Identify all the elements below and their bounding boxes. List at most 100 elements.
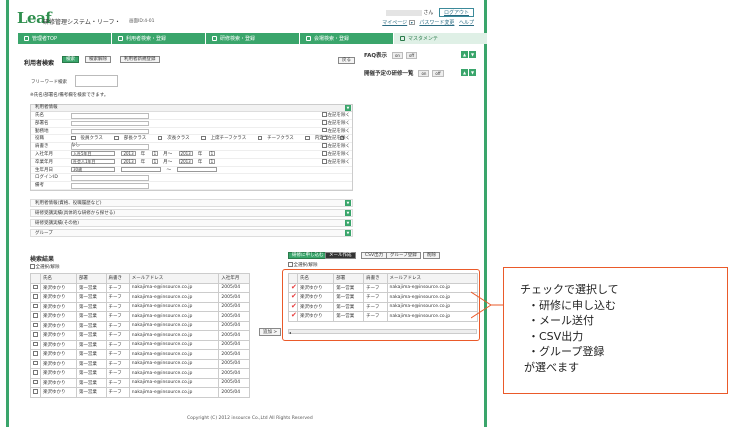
section-group[interactable]: グループ ▼ [30, 229, 353, 238]
row-checkbox[interactable] [30, 292, 41, 303]
tab-venue-search[interactable]: 会場検索・登録 [300, 33, 393, 44]
exclude-checkbox[interactable]: 左記を除く [322, 127, 350, 135]
exclude-checkbox[interactable]: 左記を除く [322, 159, 350, 166]
row-checkbox[interactable] [30, 320, 41, 331]
clear-search-button[interactable]: 検索解除 [85, 56, 111, 63]
mypage-link[interactable]: マイページ [382, 20, 407, 26]
upcoming-off[interactable]: off [432, 70, 444, 77]
row-checkbox[interactable] [30, 349, 41, 360]
expand-icon[interactable]: ▼ [345, 230, 351, 236]
location-field[interactable] [71, 128, 149, 135]
arrow-up-icon[interactable]: ▲ [461, 51, 468, 58]
cond-row-hire: 入社年月 入社5年目 2013 年 1 月〜 2013 年 1 左記を除く [31, 150, 352, 159]
callout-box: チェックで選択して ・研修に申し込む ・メール送付 ・CSV出力 ・グループ登録… [503, 267, 728, 394]
table-row[interactable]: 楽沢ゆかり 第一営業 チーフ nakajima-e@insource.co.jp 200… [30, 282, 250, 293]
month-select[interactable]: 1 [151, 158, 159, 165]
mypage-select[interactable]: ▾ [408, 19, 415, 26]
dept-field[interactable] [71, 120, 149, 127]
faq-on[interactable]: on [391, 52, 403, 59]
user-area: さん ログアウト [385, 8, 474, 17]
year-select[interactable]: 2013 [178, 150, 193, 157]
exclude-checkbox[interactable]: 左記を除く [322, 143, 350, 150]
add-button[interactable]: 追加 > [259, 328, 282, 336]
free-word-input[interactable] [75, 75, 118, 87]
row-checkbox[interactable] [30, 368, 41, 379]
apply-training-button[interactable]: 研修に申し込む [288, 252, 328, 259]
collapse-icon[interactable]: ▼ [345, 105, 351, 111]
hire-select[interactable]: 入社5年目 [71, 150, 115, 157]
system-title: 研修管理システム・リーフ・ [43, 19, 121, 26]
arrow-down-icon[interactable]: ▼ [469, 51, 476, 58]
expand-icon[interactable]: ▼ [345, 210, 351, 216]
year-select[interactable]: 2013 [178, 158, 193, 165]
table-row[interactable]: 楽沢ゆかり 第一営業 チーフ nakajima-e@insource.co.jp 200… [30, 330, 250, 341]
row-checkbox[interactable] [30, 387, 41, 398]
main-nav: 管理者TOP 利用者検索・登録 研修検索・登録 会場検索・登録 マスタメンテ [18, 33, 487, 44]
month-select[interactable]: 1 [208, 158, 216, 165]
search-title: 利用者検索 [24, 60, 55, 67]
arrow-up-icon[interactable]: ▲ [461, 69, 468, 76]
row-checkbox[interactable] [30, 311, 41, 322]
table-row[interactable]: 楽沢ゆかり 第一営業 チーフ nakajima-e@insource.co.jp 200… [30, 349, 250, 360]
section-training-specific[interactable]: 研修受講実績(具体的な研修から探せる) ▼ [30, 209, 353, 218]
back-button[interactable]: 戻る [338, 57, 355, 64]
table-header: 氏名 部署 肩書き メールアドレス 入社年月 [30, 273, 250, 284]
table-row[interactable]: 楽沢ゆかり 第一営業 チーフ nakajima-e@insource.co.jp 200… [30, 368, 250, 379]
login-id-field[interactable] [71, 175, 149, 181]
tab-training-search[interactable]: 研修検索・登録 [206, 33, 299, 44]
tab-admin-top[interactable]: 管理者TOP [18, 33, 111, 44]
table-row[interactable]: 楽沢ゆかり 第一営業 チーフ nakajima-e@insource.co.jp 200… [30, 320, 250, 331]
row-checkbox[interactable] [30, 330, 41, 341]
memo-field[interactable] [71, 183, 149, 189]
select-all-toggle[interactable]: 全選択/解除 [30, 264, 60, 270]
table-row[interactable]: 楽沢ゆかり 第一営業 チーフ nakajima-e@insource.co.jp 200… [30, 339, 250, 350]
month-select[interactable]: 1 [208, 150, 216, 157]
cond-row-location: 勤務地 左記を除く [31, 127, 352, 136]
grad-select[interactable]: 社会人1年目 [71, 158, 115, 165]
name-field[interactable] [71, 113, 149, 119]
exclude-checkbox[interactable]: 左記を除く [322, 112, 350, 119]
birth-to[interactable] [177, 166, 218, 173]
row-checkbox[interactable] [30, 282, 41, 293]
csv-export-button[interactable]: CSV出力 [361, 252, 388, 259]
search-button[interactable]: 検索 [62, 56, 79, 63]
year-select[interactable]: 2013 [121, 158, 136, 165]
birth-from[interactable] [121, 166, 162, 173]
exclude-checkbox[interactable]: 左記を除く [322, 135, 350, 142]
title-field[interactable] [71, 144, 149, 150]
upcoming-on[interactable]: on [418, 70, 430, 77]
tab-master[interactable]: マスタメンテ [394, 33, 487, 44]
table-row[interactable]: 楽沢ゆかり 第一営業 チーフ nakajima-e@insource.co.jp 200… [30, 311, 250, 322]
selected-select-all[interactable]: 全選択/解除 [288, 262, 318, 268]
tab-user-search[interactable]: 利用者検索・登録 [112, 33, 205, 44]
table-row[interactable]: 楽沢ゆかり 第一営業 チーフ nakajima-e@insource.co.jp 200… [30, 301, 250, 312]
table-row[interactable]: 楽沢ゆかり 第一営業 チーフ nakajima-e@insource.co.jp 200… [30, 292, 250, 303]
user-name [385, 9, 422, 16]
help-link[interactable]: ヘルプ [459, 20, 474, 26]
row-checkbox[interactable] [30, 358, 41, 369]
exclude-checkbox[interactable]: 左記を除く [322, 120, 350, 127]
delete-button[interactable]: 削除 [423, 252, 440, 259]
section-training-other[interactable]: 研修受講実績(その他) ▼ [30, 219, 353, 228]
expand-icon[interactable]: ▼ [345, 220, 351, 226]
logout-button[interactable]: ログアウト [438, 8, 474, 17]
table-row[interactable]: 楽沢ゆかり 第一営業 チーフ nakajima-e@insource.co.jp 200… [30, 358, 250, 369]
section-qualifications[interactable]: 利用者情報(資格、役職履歴など) ▼ [30, 199, 353, 208]
password-change-link[interactable]: パスワード変更 [419, 20, 454, 26]
row-checkbox[interactable] [30, 339, 41, 350]
faq-off[interactable]: off [405, 52, 418, 59]
expand-icon[interactable]: ▼ [345, 200, 351, 206]
birth-select[interactable]: 30歳 [71, 166, 115, 173]
group-register-button[interactable]: グループ登録 [386, 252, 421, 259]
row-checkbox[interactable] [30, 301, 41, 312]
exclude-checkbox[interactable]: 左記を除く [322, 151, 350, 158]
table-row[interactable]: 楽沢ゆかり 第一営業 チーフ nakajima-e@insource.co.jp 200… [30, 387, 250, 398]
month-select[interactable]: 1 [151, 150, 159, 157]
arrow-down-icon[interactable]: ▼ [469, 69, 476, 76]
row-checkbox[interactable] [30, 377, 41, 388]
new-user-button[interactable]: 利用者新規登録 [120, 56, 160, 63]
table-row[interactable]: 楽沢ゆかり 第一営業 チーフ nakajima-e@insource.co.jp 200… [30, 377, 250, 388]
year-select[interactable]: 2013 [121, 150, 136, 157]
create-mail-button[interactable]: メール作成 [325, 252, 356, 259]
user-info-header[interactable]: 利用者情報 ▼ [31, 105, 352, 112]
